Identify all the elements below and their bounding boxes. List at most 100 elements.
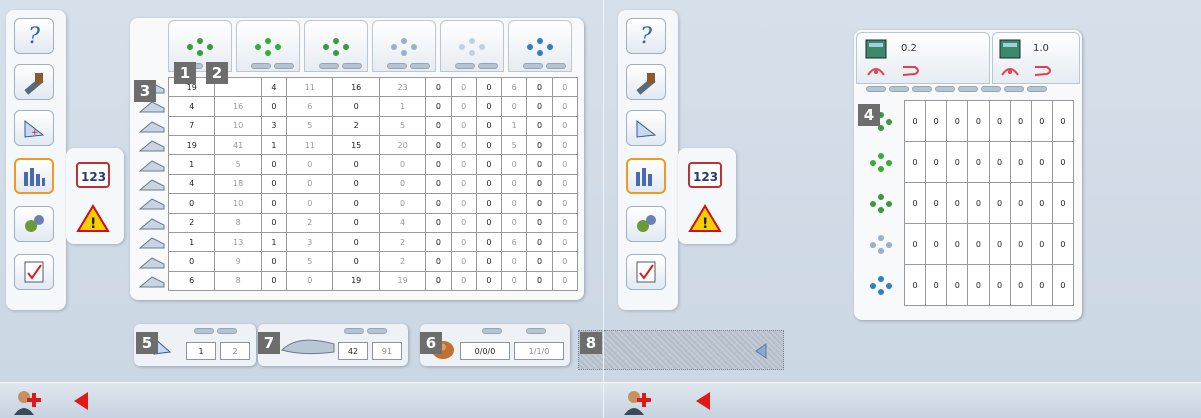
curve-row-icon [134, 194, 170, 213]
bottom-bar [0, 382, 604, 418]
table-cell: 19 [378, 270, 427, 292]
settings-button[interactable] [14, 206, 54, 242]
back-arrow-icon[interactable] [70, 390, 92, 412]
table-row: 1 13 1 3 0 2 0 0 0 6 0 0 [167, 231, 579, 253]
tray-icon [999, 39, 1021, 59]
warning-button-right[interactable]: ! [686, 202, 724, 236]
table-cell: 0 [925, 100, 948, 142]
bend-scatter-icon [187, 38, 213, 56]
column-tab-2[interactable] [236, 20, 300, 72]
table-cell: 0 [332, 193, 380, 214]
table-cell: 0 [425, 212, 452, 233]
statistics-table: 19 4 11 16 23 0 0 0 6 0 0 4 16 0 6 0 1 0 0 0 0 0 0 7 10 3 5 2 5 0 0 0 1 0… [167, 76, 579, 292]
measure-button-right[interactable] [626, 110, 666, 146]
table-cell: 0 [946, 141, 969, 183]
collapse-arrow-icon[interactable] [754, 343, 768, 359]
table-cell: 8 [214, 212, 262, 233]
help-button-right[interactable]: ? [626, 18, 666, 54]
table-cell: 0 [551, 173, 579, 195]
measure-icon [636, 119, 657, 138]
slab-row-icon [134, 233, 170, 252]
table-cell: 0 [260, 212, 288, 233]
table-cell: 0 [925, 223, 948, 265]
table-row: 00000000 [903, 264, 1075, 306]
table-cell: 0 [286, 270, 334, 292]
table-cell: 0 [501, 212, 528, 233]
table-cell: 0 [425, 231, 452, 253]
table-cell: 1 [501, 115, 528, 137]
sidebar-right: ? [618, 10, 678, 310]
add-user-icon[interactable] [14, 389, 42, 415]
checklist-icon [24, 261, 44, 283]
box-row-icon [134, 135, 170, 154]
column-tab-4[interactable] [372, 20, 436, 72]
back-arrow-icon[interactable] [692, 390, 714, 412]
table-cell: 0 [1051, 100, 1075, 142]
table-cell: 0 [450, 173, 477, 195]
help-button[interactable]: ? [14, 18, 54, 54]
circle-row-icon [134, 174, 170, 193]
triangle-icon [858, 224, 902, 265]
measure-button[interactable]: + [14, 110, 54, 146]
table-cell: 0 [501, 193, 528, 214]
table-cell: 0 [988, 141, 1011, 183]
counter-button-right[interactable]: 123 [686, 158, 724, 192]
table-cell: 0 [450, 115, 477, 137]
table-cell: 0 [332, 154, 380, 175]
table-cell: 11 [286, 76, 334, 98]
table-cell: 0 [551, 115, 579, 137]
ring-scatter-icon [255, 38, 281, 56]
table-cell: 0 [946, 100, 969, 142]
table-cell: 0 [501, 173, 528, 195]
table-cell: 0 [1009, 264, 1032, 306]
svg-text:123: 123 [81, 170, 106, 184]
table-cell: 0 [332, 96, 380, 117]
svg-text:!: ! [90, 216, 96, 232]
tools-button[interactable] [14, 64, 54, 100]
column-tab-3[interactable] [304, 20, 368, 72]
table-cell: 6 [501, 231, 528, 253]
checklist-button-right[interactable] [626, 254, 666, 290]
question-icon: ? [640, 23, 652, 49]
table-cell: 0 [425, 173, 452, 195]
counter-123-icon: 123 [688, 162, 722, 188]
settings-button-right[interactable] [626, 206, 666, 242]
circle-icon [867, 68, 885, 76]
statistics-button[interactable] [14, 158, 54, 194]
column-tab-5[interactable] [440, 20, 504, 72]
warning-button[interactable]: ! [74, 202, 112, 236]
table-cell: 0 [1009, 141, 1032, 183]
table-row: 4 18 0 0 0 0 0 0 0 0 0 0 [167, 173, 579, 195]
table-cell: 2 [286, 212, 334, 233]
statistics-button-right[interactable] [626, 158, 666, 194]
table-cell: 3 [286, 231, 334, 253]
table-cell: 0 [475, 154, 503, 175]
table-cell: 0 [551, 135, 579, 156]
table-cell: 23 [378, 76, 427, 98]
svg-text:+: + [31, 128, 39, 138]
empty-slot-right [604, 330, 784, 370]
badge-3: 3 [134, 80, 156, 102]
value-6a: 0/0/0 [460, 342, 510, 360]
table-cell: 19 [332, 270, 380, 292]
table-cell: 0 [286, 193, 334, 214]
counter-button[interactable]: 123 [74, 158, 112, 192]
table-cell: 0 [551, 212, 579, 233]
value-7b: 91 [372, 342, 402, 360]
tab-0-2[interactable]: 0.2 [856, 32, 990, 84]
table-cell: 2 [332, 115, 380, 137]
table-cell: 0 [1051, 223, 1075, 265]
add-user-icon[interactable] [624, 389, 652, 415]
tab-1-0[interactable]: 1.0 [992, 32, 1080, 84]
statistics-flyout-right: 123 ! [678, 148, 736, 244]
triangle-icon [391, 38, 417, 56]
bend-scatter-mask-icon [858, 182, 902, 223]
table-cell: 2 [378, 231, 427, 253]
checklist-button[interactable] [14, 254, 54, 290]
table-cell: 0 [425, 154, 452, 175]
table-cell: 0 [475, 173, 503, 195]
tools-button-right[interactable] [626, 64, 666, 100]
column-tab-6[interactable] [508, 20, 572, 72]
bend-scatter-mask-icon [323, 38, 349, 56]
table-cell: 10 [214, 115, 262, 137]
